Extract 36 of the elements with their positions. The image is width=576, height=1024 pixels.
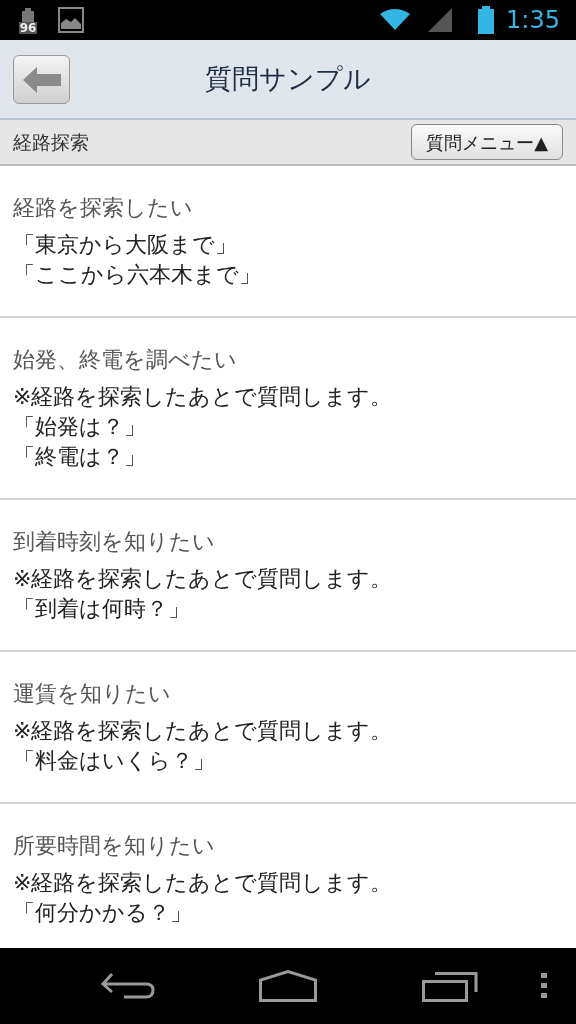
example-text: 「ここから六本木まで」 bbox=[13, 261, 262, 289]
item-title: 始発、終電を調べたい bbox=[13, 346, 238, 374]
example-text: 「終電は？」 bbox=[13, 443, 147, 471]
battery-icon bbox=[478, 6, 495, 34]
example-text: ※経路を探索したあとで質問します。 bbox=[13, 565, 394, 593]
example-text: 「到着は何時？」 bbox=[13, 595, 191, 623]
question-sample-item[interactable]: 経路を探索したい 「東京から大阪まで」 「ここから六本木まで」 bbox=[0, 166, 576, 318]
question-menu-button[interactable]: 質問メニュー▲ bbox=[411, 124, 563, 160]
example-text: ※経路を探索したあとで質問します。 bbox=[13, 383, 394, 411]
clock-time: 1:35 bbox=[506, 5, 560, 36]
battery-notification-icon bbox=[22, 8, 34, 22]
question-sample-item[interactable]: 始発、終電を調べたい ※経路を探索したあとで質問します。 「始発は？」 「終電は？」 bbox=[0, 318, 576, 500]
question-sample-item[interactable]: 到着時刻を知りたい ※経路を探索したあとで質問します。 「到着は何時？」 bbox=[0, 500, 576, 652]
example-text: ※経路を探索したあとで質問します。 bbox=[13, 717, 394, 745]
item-title: 所要時間を知りたい bbox=[13, 832, 216, 860]
example-text: 「東京から大阪まで」 bbox=[13, 231, 238, 259]
back-button[interactable] bbox=[13, 55, 70, 104]
item-title: 到着時刻を知りたい bbox=[13, 528, 216, 556]
home-icon[interactable] bbox=[259, 970, 317, 1002]
example-text: ※経路を探索したあとで質問します。 bbox=[13, 869, 394, 897]
example-text: 「始発は？」 bbox=[13, 413, 147, 441]
section-label: 経路探索 bbox=[13, 129, 89, 155]
battery-level-text: 96 bbox=[18, 22, 38, 34]
signal-icon bbox=[428, 8, 453, 32]
image-icon bbox=[58, 7, 84, 33]
wifi-icon bbox=[380, 8, 411, 32]
overflow-menu-icon[interactable] bbox=[540, 973, 548, 999]
item-title: 経路を探索したい bbox=[13, 194, 194, 222]
example-text: 「料金はいくら？」 bbox=[13, 747, 216, 775]
recent-apps-icon[interactable] bbox=[422, 972, 478, 1002]
back-arrow-icon bbox=[22, 66, 61, 93]
screen-title: 質問サンプル bbox=[205, 61, 371, 96]
item-title: 運賃を知りたい bbox=[13, 680, 172, 708]
example-text: 「何分かかる？」 bbox=[13, 899, 193, 927]
back-icon[interactable] bbox=[100, 972, 156, 1002]
question-sample-item[interactable]: 運賃を知りたい ※経路を探索したあとで質問します。 「料金はいくら？」 bbox=[0, 652, 576, 804]
